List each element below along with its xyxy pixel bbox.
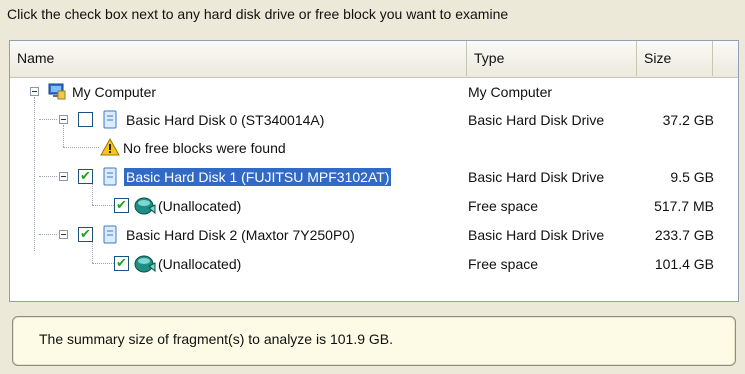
free-space-icon <box>134 255 156 273</box>
tree-label-disk-1: Basic Hard Disk 1 (FUJITSU MPF3102AT) <box>122 167 393 187</box>
tree-row-my-computer[interactable]: My Computer My Computer <box>10 78 738 106</box>
tree-label-unallocated: (Unallocated) <box>158 198 242 214</box>
column-header-type[interactable]: Type <box>467 41 637 76</box>
summary-text: The summary size of fragment(s) to analy… <box>39 331 394 347</box>
type-cell: Free space <box>468 198 539 214</box>
type-cell: Basic Hard Disk Drive <box>468 112 605 128</box>
summary-box: The summary size of fragment(s) to analy… <box>12 316 736 366</box>
tree-label-disk-0: Basic Hard Disk 0 (ST340014A) <box>126 112 325 128</box>
type-cell: Free space <box>468 256 539 272</box>
tree-label-unallocated: (Unallocated) <box>158 256 242 272</box>
disk-0-checkbox[interactable] <box>78 112 93 127</box>
disk-tree-list[interactable]: Name Type Size My Computer My Computer B… <box>9 40 739 302</box>
tree-row-disk-1[interactable]: ✔ Basic Hard Disk 1 (FUJITSU MPF3102AT) … <box>10 163 738 191</box>
type-cell: My Computer <box>468 84 553 100</box>
tree-row-disk-1-unallocated[interactable]: ✔ (Unallocated) Free space 517.7 MB <box>10 192 738 220</box>
size-cell: 517.7 MB <box>654 198 714 214</box>
computer-icon <box>48 83 66 100</box>
column-header: Name Type Size <box>10 41 738 78</box>
hard-disk-icon <box>103 225 117 244</box>
tree-row-disk-0-note: No free blocks were found <box>10 134 738 162</box>
column-header-name[interactable]: Name <box>10 41 467 76</box>
tree-label-disk-2: Basic Hard Disk 2 (Maxtor 7Y250P0) <box>126 227 355 243</box>
tree-row-disk-2[interactable]: ✔ Basic Hard Disk 2 (Maxtor 7Y250P0) Bas… <box>10 221 738 249</box>
tree-label-my-computer: My Computer <box>72 84 157 100</box>
collapse-toggle[interactable] <box>59 172 68 181</box>
size-cell: 37.2 GB <box>662 112 714 128</box>
disk-1-unallocated-checkbox[interactable]: ✔ <box>114 198 129 213</box>
hard-disk-icon <box>103 167 117 186</box>
type-cell: Basic Hard Disk Drive <box>468 169 605 185</box>
free-space-icon <box>134 197 156 215</box>
disk-2-checkbox[interactable]: ✔ <box>78 227 93 242</box>
size-cell: 101.4 GB <box>654 256 714 272</box>
column-header-size[interactable]: Size <box>637 41 713 76</box>
disk-1-checkbox[interactable]: ✔ <box>78 169 93 184</box>
type-cell: Basic Hard Disk Drive <box>468 227 605 243</box>
tree-label-no-free-blocks: No free blocks were found <box>123 140 286 156</box>
size-cell: 233.7 GB <box>654 227 714 243</box>
size-cell: 9.5 GB <box>670 169 714 185</box>
disk-2-unallocated-checkbox[interactable]: ✔ <box>114 256 129 271</box>
tree-row-disk-0[interactable]: Basic Hard Disk 0 (ST340014A) Basic Hard… <box>10 106 738 134</box>
collapse-toggle[interactable] <box>59 230 68 239</box>
instruction-text: Click the check box next to any hard dis… <box>7 6 509 22</box>
collapse-toggle[interactable] <box>30 87 39 96</box>
collapse-toggle[interactable] <box>59 115 68 124</box>
tree-row-disk-2-unallocated[interactable]: ✔ (Unallocated) Free space 101.4 GB <box>10 250 738 278</box>
warning-icon <box>100 138 120 156</box>
hard-disk-icon <box>103 110 117 129</box>
